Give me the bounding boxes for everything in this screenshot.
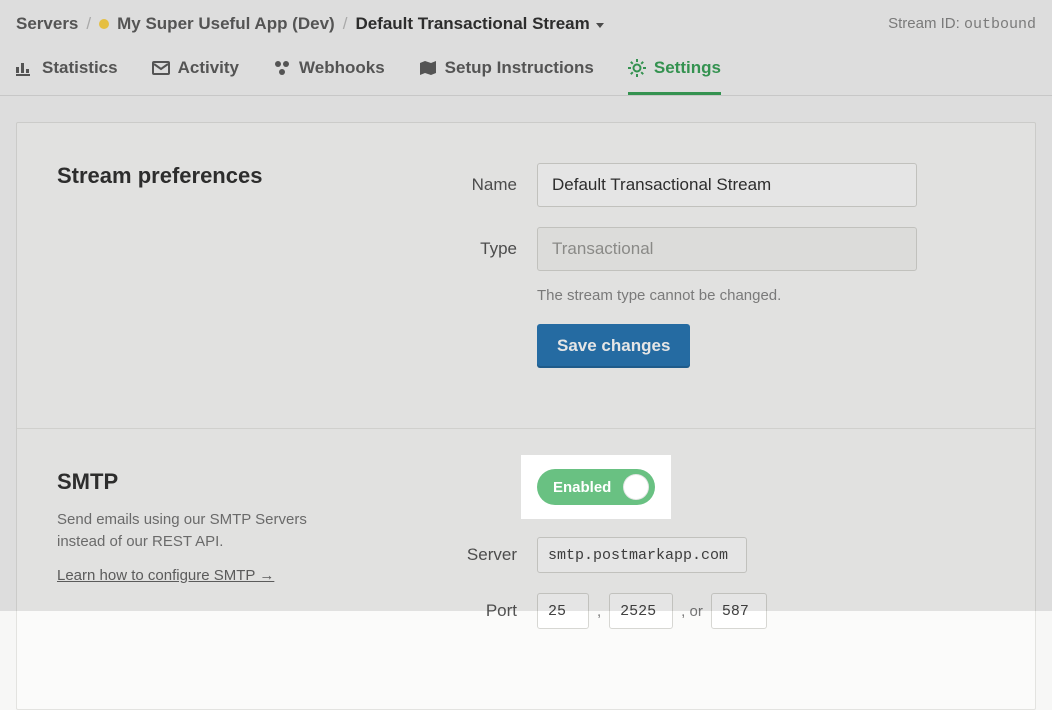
tab-label: Settings	[654, 58, 721, 78]
tab-label: Activity	[178, 58, 239, 78]
stream-id-label: Stream ID:	[888, 15, 960, 32]
envelope-icon	[152, 59, 170, 77]
section-heading: Stream preferences	[57, 163, 447, 189]
smtp-port-1[interactable]	[537, 593, 589, 629]
tab-setup-instructions[interactable]: Setup Instructions	[419, 58, 594, 95]
stream-type-input	[537, 227, 917, 271]
caret-down-icon	[596, 23, 604, 28]
smtp-enabled-toggle[interactable]: Enabled	[537, 469, 655, 505]
section-stream-preferences: Stream preferences Name Type The stream …	[17, 123, 1035, 429]
tab-webhooks[interactable]: Webhooks	[273, 58, 385, 95]
learn-smtp-link[interactable]: Learn how to configure SMTP →	[57, 567, 274, 584]
tab-settings[interactable]: Settings	[628, 58, 721, 95]
tab-statistics[interactable]: Statistics	[16, 58, 118, 95]
map-icon	[419, 59, 437, 77]
name-label: Name	[447, 175, 537, 195]
section-heading: SMTP	[57, 469, 447, 495]
port-separator: ,	[597, 603, 601, 620]
smtp-server-value[interactable]	[537, 537, 747, 573]
smtp-description: Send emails using our SMTP Servers inste…	[57, 509, 317, 553]
tab-label: Webhooks	[299, 58, 385, 78]
breadcrumb-separator: /	[86, 14, 91, 34]
smtp-port-3[interactable]	[711, 593, 767, 629]
stream-id-value: outbound	[964, 16, 1036, 33]
tabs: Statistics Activity Webhooks Setup Instr…	[0, 44, 1052, 96]
server-status-dot-icon	[99, 19, 109, 29]
tab-activity[interactable]: Activity	[152, 58, 239, 95]
breadcrumb-stream-dropdown[interactable]: Default Transactional Stream	[355, 14, 603, 34]
type-help-text: The stream type cannot be changed.	[537, 287, 995, 304]
gear-icon	[628, 59, 646, 77]
webhook-icon	[273, 59, 291, 77]
type-label: Type	[447, 239, 537, 259]
breadcrumb: Servers / My Super Useful App (Dev) / De…	[16, 14, 604, 34]
breadcrumb-servers[interactable]: Servers	[16, 14, 78, 34]
server-label: Server	[447, 545, 537, 565]
settings-panel: Stream preferences Name Type The stream …	[16, 122, 1036, 710]
breadcrumb-separator: /	[343, 14, 348, 34]
port-separator: , or	[681, 603, 703, 620]
toggle-label: Enabled	[553, 479, 611, 496]
stream-name-input[interactable]	[537, 163, 917, 207]
tab-label: Statistics	[42, 58, 118, 78]
smtp-toggle-highlight: Enabled	[521, 455, 671, 519]
breadcrumb-server[interactable]: My Super Useful App (Dev)	[117, 14, 335, 34]
smtp-port-2[interactable]	[609, 593, 673, 629]
port-label: Port	[447, 601, 537, 621]
toggle-knob-icon	[623, 474, 649, 500]
section-smtp: SMTP Send emails using our SMTP Servers …	[17, 429, 1035, 709]
bar-chart-icon	[16, 59, 34, 77]
tab-label: Setup Instructions	[445, 58, 594, 78]
stream-id: Stream ID: outbound	[888, 15, 1036, 33]
save-changes-button[interactable]: Save changes	[537, 324, 690, 368]
breadcrumb-stream-label: Default Transactional Stream	[355, 14, 589, 34]
